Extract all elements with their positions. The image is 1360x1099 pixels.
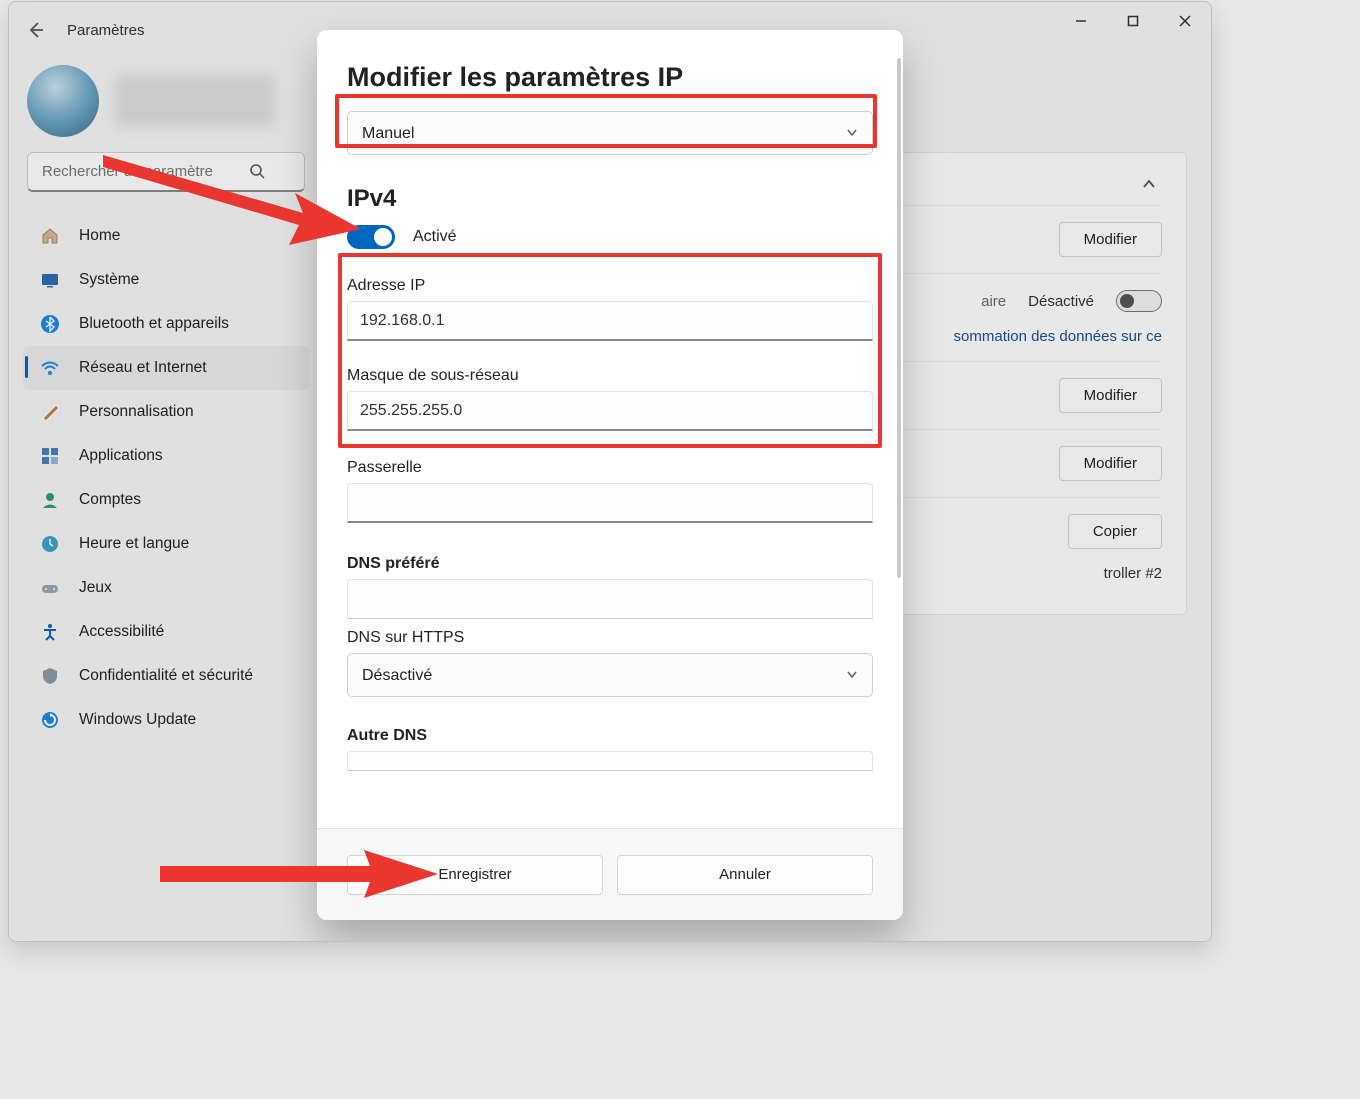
doh-label: DNS sur HTTPS (347, 629, 873, 647)
dns1-input[interactable] (347, 579, 873, 619)
ip-settings-modal: Modifier les paramètres IP Manuel IPv4 A… (317, 30, 903, 920)
settings-window: Paramètres Home Système Bluetooth et app… (8, 1, 1212, 942)
subnet-mask-input[interactable] (347, 391, 873, 431)
cancel-button[interactable]: Annuler (617, 855, 873, 895)
modal-title: Modifier les paramètres IP (347, 62, 873, 93)
ipv4-toggle[interactable] (347, 225, 395, 249)
ip-mode-select[interactable]: Manuel (347, 111, 873, 155)
ip-address-input[interactable] (347, 301, 873, 341)
ipv4-toggle-label: Activé (413, 228, 457, 246)
ip-address-label: Adresse IP (347, 277, 873, 295)
modal-scrollbar[interactable] (897, 58, 901, 578)
subnet-mask-label: Masque de sous-réseau (347, 367, 873, 385)
gateway-label: Passerelle (347, 459, 873, 477)
doh-select[interactable]: Désactivé (347, 653, 873, 697)
dns2-input[interactable] (347, 751, 873, 771)
modal-footer: Enregistrer Annuler (317, 828, 903, 920)
gateway-input[interactable] (347, 483, 873, 523)
ipv4-heading: IPv4 (347, 185, 873, 213)
dns1-label: DNS préféré (347, 555, 873, 573)
dns2-label: Autre DNS (347, 727, 873, 745)
modal-overlay: Modifier les paramètres IP Manuel IPv4 A… (9, 2, 1211, 941)
save-button[interactable]: Enregistrer (347, 855, 603, 895)
